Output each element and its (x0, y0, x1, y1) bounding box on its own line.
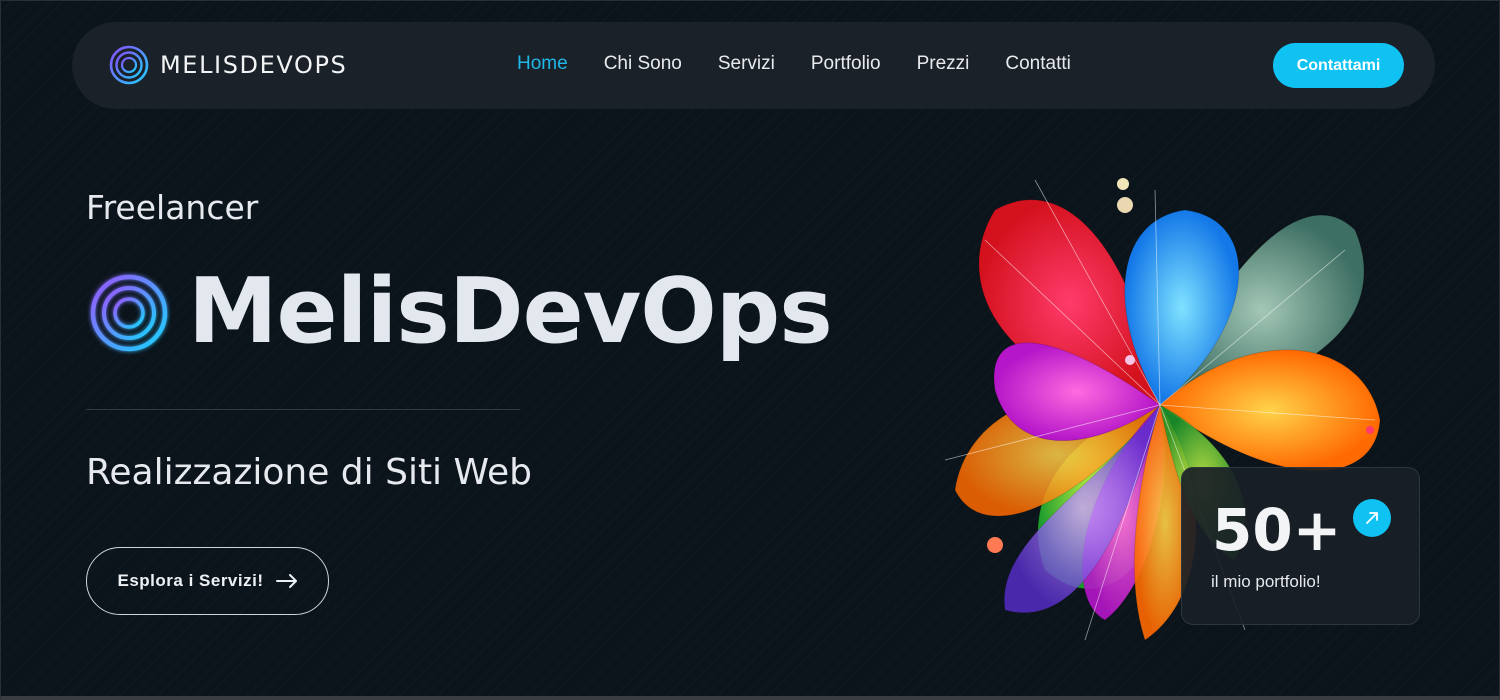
explore-services-label: Esplora i Servizi! (117, 571, 264, 590)
stat-label: il mio portfolio! (1211, 572, 1321, 591)
nav-link-prezzi[interactable]: Prezzi (917, 53, 970, 75)
brand[interactable]: MELISDEVOPS (108, 44, 347, 86)
hero-subtitle: Realizzazione di Siti Web (86, 452, 532, 493)
arrow-right-icon (275, 574, 297, 588)
nav-link-home[interactable]: Home (517, 53, 568, 75)
nav-link-servizi[interactable]: Servizi (718, 53, 775, 75)
hero-divider (86, 409, 520, 410)
concentric-rings-logo-icon (90, 274, 168, 352)
navbar: MELISDEVOPS Home Chi Sono Servizi Portfo… (72, 22, 1435, 109)
stat-arrow-button[interactable] (1353, 499, 1391, 537)
explore-services-button[interactable]: Esplora i Servizi! (86, 547, 329, 615)
portfolio-stat-card[interactable]: 50+ il mio portfolio! (1181, 467, 1420, 625)
nav-link-portfolio[interactable]: Portfolio (811, 53, 881, 75)
contact-button[interactable]: Contattami (1273, 43, 1404, 88)
stat-value: 50+ (1212, 496, 1342, 564)
hero-title: MelisDevOps (188, 259, 833, 364)
nav-link-chi-sono[interactable]: Chi Sono (604, 53, 682, 75)
concentric-rings-logo-icon (109, 45, 149, 85)
brand-name: MELISDEVOPS (160, 51, 348, 79)
hero-eyebrow: Freelancer (86, 188, 259, 227)
nav-link-contatti[interactable]: Contatti (1005, 53, 1070, 75)
nav-links: Home Chi Sono Servizi Portfolio Prezzi C… (517, 53, 1107, 75)
arrow-up-right-icon (1366, 512, 1378, 524)
